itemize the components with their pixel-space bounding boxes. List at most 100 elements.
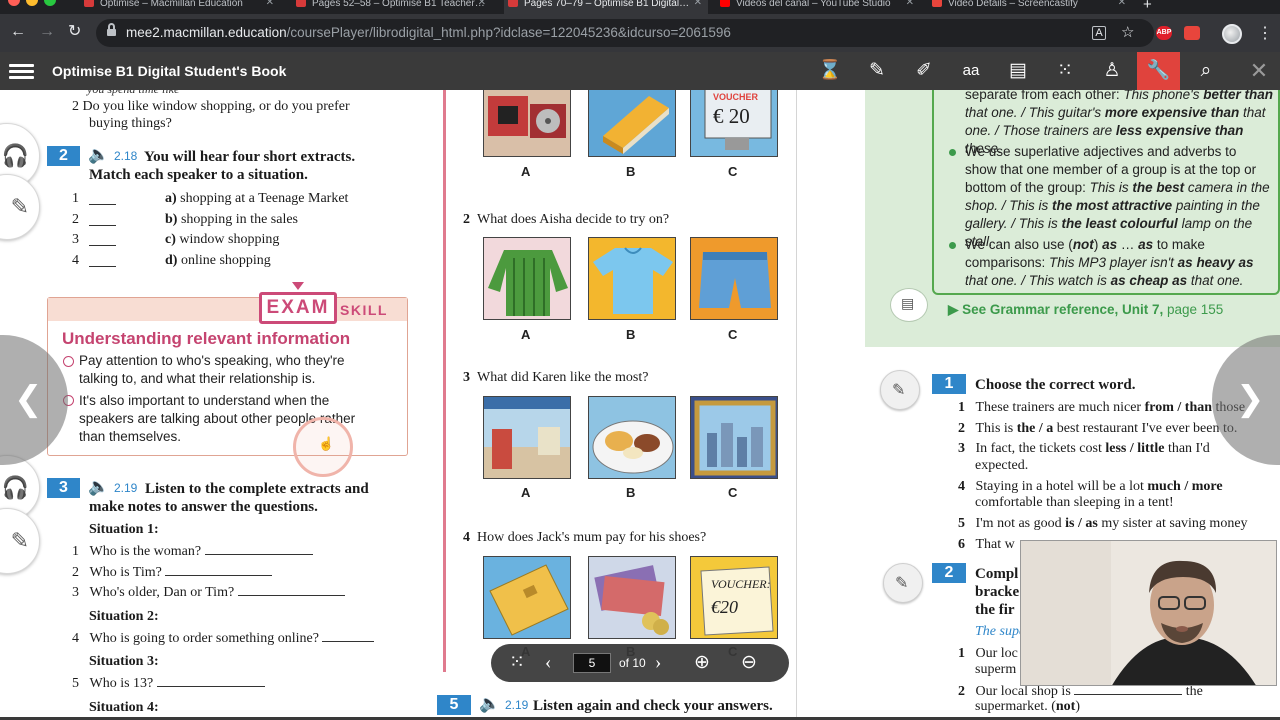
- grammar-reference-link[interactable]: ▶ See Grammar reference, Unit 7, page 15…: [948, 302, 1223, 318]
- grammar-line: that one. / This watch is as cheap as th…: [965, 273, 1244, 288]
- maximize-window-button[interactable]: [44, 0, 56, 6]
- answer-blank[interactable]: [204, 542, 313, 555]
- option-label-c: C: [728, 485, 738, 500]
- grammar-line: bottom of the group: This is the best ca…: [965, 180, 1270, 195]
- wrench-tools-icon[interactable]: 🔧: [1137, 52, 1180, 90]
- tab-screencastify[interactable]: Video Details – Screencastify ✕: [928, 0, 1132, 14]
- option-label-b: B: [626, 164, 636, 179]
- adblock-plus-icon[interactable]: ABP: [1156, 26, 1172, 40]
- new-tab-button[interactable]: +: [1143, 0, 1152, 13]
- answer-blank[interactable]: [237, 583, 345, 596]
- answer-blank[interactable]: [165, 563, 273, 576]
- menu-hamburger-icon[interactable]: [9, 64, 34, 82]
- sticky-note-tool-icon[interactable]: ▤: [999, 52, 1037, 90]
- audio-track-2-19[interactable]: 2.19: [505, 698, 528, 713]
- browser-window: Optimise – Macmillan Education ✕ Pages 5…: [0, 0, 1280, 720]
- picture-1a[interactable]: [483, 90, 571, 157]
- tab-title: Pages 70–79 – Optimise B1 Digital…: [524, 0, 690, 9]
- answer-blank[interactable]: [322, 629, 375, 642]
- picture-2a[interactable]: [483, 237, 571, 320]
- audio-speaker-icon[interactable]: 🔈: [479, 695, 500, 713]
- bookmark-star-icon[interactable]: ☆: [1121, 23, 1134, 41]
- picture-4a[interactable]: [483, 556, 571, 639]
- notebook-button[interactable]: ✎: [883, 563, 923, 603]
- ex1-item-5: 5 I'm not as good is / as my sister at s…: [958, 516, 1248, 531]
- answer-blank-1[interactable]: [89, 191, 116, 205]
- tab-close-icon[interactable]: ✕: [478, 0, 486, 8]
- notebook-button[interactable]: ✎: [880, 370, 920, 410]
- exercise-2-instruction-1: You will hear four short extracts.: [144, 149, 356, 165]
- tab-optimise-macmillan[interactable]: Optimise – Macmillan Education ✕: [80, 0, 280, 14]
- picture-4c[interactable]: VOUCHER: €20: [690, 556, 778, 639]
- marker-tool-icon[interactable]: ✐: [905, 52, 943, 90]
- address-bar[interactable]: mee2.macmillan.education/coursePlayer/li…: [96, 19, 1154, 47]
- picture-2b[interactable]: [588, 237, 676, 320]
- audio-speaker-icon[interactable]: 🔈: [88, 478, 109, 496]
- zoom-in-icon[interactable]: ⊕: [694, 651, 710, 675]
- audio-speaker-icon[interactable]: 🔈: [88, 146, 109, 164]
- search-icon[interactable]: ⌕: [1187, 52, 1225, 90]
- thumbnails-grid-icon[interactable]: ⁙: [509, 651, 525, 675]
- tab-youtube-studio[interactable]: Videos del canal – YouTube Studio ✕: [716, 0, 920, 14]
- page-number-input[interactable]: 5: [573, 653, 611, 673]
- hand-cursor-icon: ☝: [318, 436, 335, 451]
- youtube-favicon-icon: [720, 0, 730, 7]
- tab-close-icon[interactable]: ✕: [1118, 0, 1126, 8]
- picture-2c[interactable]: [690, 237, 778, 320]
- forward-arrow-icon[interactable]: →: [39, 22, 55, 42]
- browser-menu-icon[interactable]: ⋮: [1257, 24, 1273, 44]
- ex3-item-2: 2 Who is Tim?: [72, 563, 273, 581]
- tab-pages-70-79[interactable]: Pages 70–79 – Optimise B1 Digital… ✕: [504, 0, 708, 14]
- tab-close-icon[interactable]: ✕: [266, 0, 274, 8]
- option-label-b: B: [626, 327, 636, 342]
- picture-3c[interactable]: [690, 396, 778, 479]
- back-arrow-icon[interactable]: ←: [10, 22, 26, 42]
- exam-tag: EXAM: [259, 292, 337, 324]
- text-size-tool-icon[interactable]: aa: [952, 52, 990, 90]
- hourglass-timer-tool-icon[interactable]: ⌛: [811, 52, 849, 90]
- chevron-right-icon: ❯: [1236, 379, 1265, 419]
- macmillan-favicon-icon: [84, 0, 94, 7]
- notebook-button[interactable]: ✎: [0, 508, 40, 574]
- zoom-out-icon[interactable]: ⊖: [741, 651, 757, 675]
- next-page-icon[interactable]: ›: [655, 651, 661, 675]
- credit-card-illustration: [489, 564, 569, 636]
- picture-3a[interactable]: [483, 396, 571, 479]
- lock-icon[interactable]: [107, 23, 116, 37]
- answer-blank[interactable]: [156, 674, 265, 687]
- audio-track-2-19[interactable]: 2.19: [114, 481, 137, 496]
- previous-page-icon[interactable]: ‹: [545, 651, 551, 675]
- picture-3b[interactable]: [588, 396, 676, 479]
- pencil-tool-icon[interactable]: ✎: [858, 52, 896, 90]
- close-window-button[interactable]: [8, 0, 20, 6]
- picture-1c[interactable]: VOUCHER € 20: [690, 90, 778, 157]
- minimize-window-button[interactable]: [26, 0, 38, 6]
- answer-blank-3[interactable]: [89, 232, 116, 246]
- reload-icon[interactable]: ↻: [68, 22, 81, 42]
- ex2-right-item-2-cont: supermarket. (not): [975, 699, 1080, 714]
- profile-avatar[interactable]: [1222, 24, 1242, 44]
- cash-coins-illustration: [594, 565, 669, 635]
- tab-close-icon[interactable]: ✕: [694, 0, 702, 8]
- notebook-icon: ✎: [892, 382, 906, 399]
- headphones-icon: 🎧: [1, 143, 29, 168]
- grammar-line: separate from each other: This phone's b…: [965, 90, 1273, 102]
- answer-blank-2[interactable]: [89, 212, 116, 226]
- grid-apps-tool-icon[interactable]: ⁙: [1046, 52, 1084, 90]
- picture-1b[interactable]: [588, 90, 676, 157]
- picture-4b[interactable]: [588, 556, 676, 639]
- presenter-tool-icon[interactable]: ♙: [1093, 52, 1131, 90]
- notebook-button[interactable]: ✎: [0, 174, 40, 240]
- next-spread-button[interactable]: ❯: [1212, 335, 1280, 465]
- close-player-icon[interactable]: ✕: [1240, 52, 1278, 90]
- answer-blank-4[interactable]: [89, 253, 116, 267]
- option-b: b) shopping in the sales: [165, 212, 298, 227]
- webcam-overlay[interactable]: [1020, 540, 1277, 686]
- tab-close-icon[interactable]: ✕: [906, 0, 914, 8]
- translate-icon[interactable]: A: [1092, 26, 1106, 40]
- url-text[interactable]: mee2.macmillan.education/coursePlayer/li…: [126, 25, 731, 41]
- grammar-reference-button[interactable]: ▤: [890, 288, 928, 322]
- audio-track-2-18[interactable]: 2.18: [114, 149, 137, 164]
- tab-pages-52-58[interactable]: Pages 52–58 – Optimise B1 Teacher… ✕: [292, 0, 492, 14]
- screencastify-extension-icon[interactable]: [1184, 26, 1200, 40]
